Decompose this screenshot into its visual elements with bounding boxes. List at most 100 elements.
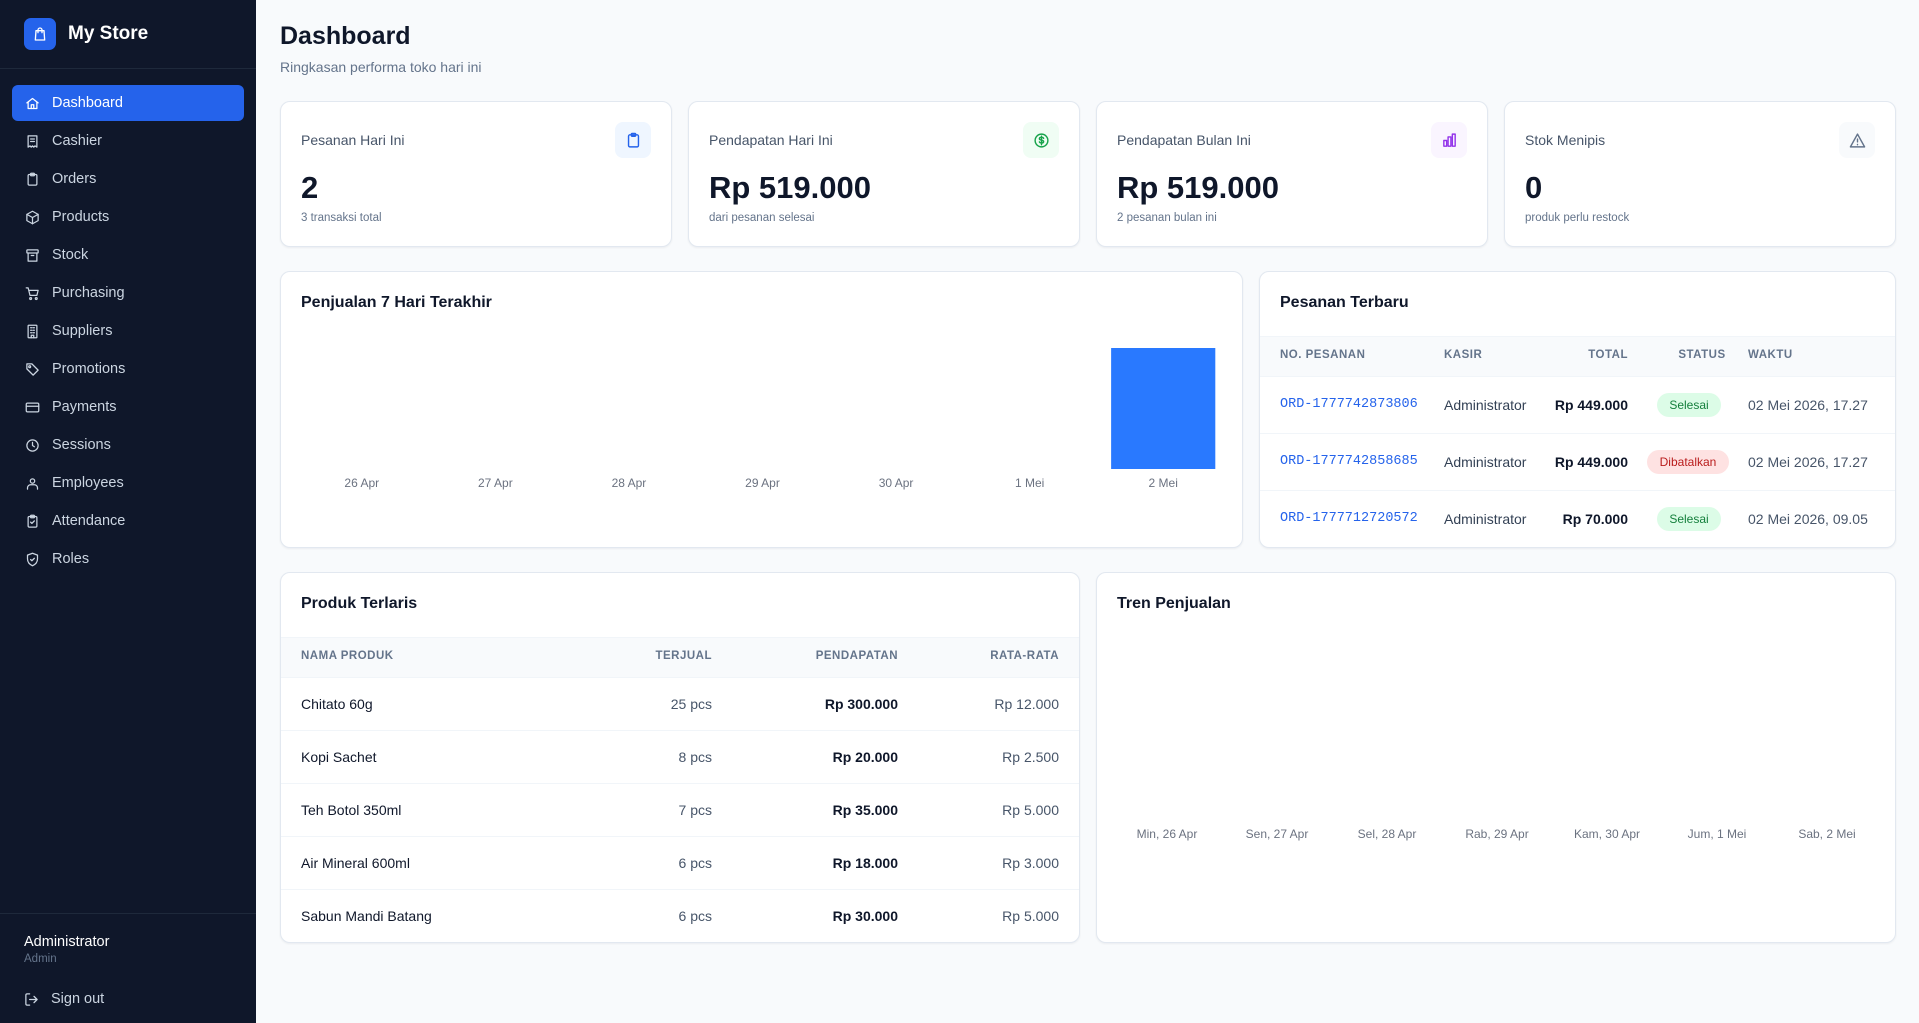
sidebar-item-cashier[interactable]: Cashier — [12, 123, 244, 159]
column-header-status: STATUS — [1678, 349, 1726, 361]
x-tick-label: Sen, 27 Apr — [1246, 827, 1309, 841]
stat-hint: 2 pesanan bulan ini — [1117, 212, 1217, 224]
table-row[interactable]: ORD-1777712720572 Administrator Rp 70.00… — [1260, 490, 1895, 547]
product-average: Rp 2.500 — [1002, 749, 1059, 765]
sign-out-button[interactable]: Sign out — [24, 991, 232, 1007]
product-average: Rp 5.000 — [1002, 908, 1059, 924]
sales-chart-card: Penjualan 7 Hari Terakhir 26 Apr 27 Apr 28… — [280, 271, 1243, 548]
product-sold: 6 pcs — [678, 908, 712, 924]
sidebar-item-label: Roles — [52, 551, 90, 567]
sign-out-icon — [25, 992, 38, 1006]
table-row[interactable]: ORD-1777742873806 Administrator Rp 449.0… — [1260, 376, 1895, 433]
trend-chart-card: Tren Penjualan Min, 26 Apr Sen, 27 Apr Sel… — [1096, 572, 1896, 943]
stat-label: Stok Menipis — [1525, 132, 1606, 148]
stat-hint: dari pesanan selesai — [709, 212, 815, 224]
sidebar-item-sessions[interactable]: Sessions — [12, 427, 244, 463]
table-row[interactable]: Chitato 60g 25 pcs Rp 300.000 Rp 12.000 — [281, 677, 1079, 730]
sidebar-item-label: Employees — [52, 475, 124, 491]
sidebar-item-employees[interactable]: Employees — [12, 465, 244, 501]
column-header-time: WAKTU — [1748, 349, 1793, 361]
x-tick-label: Sel, 28 Apr — [1358, 827, 1417, 841]
cashier-name: Administrator — [1444, 454, 1527, 470]
sidebar-item-payments[interactable]: Payments — [12, 389, 244, 425]
stat-value: Rp 519.000 — [709, 170, 871, 205]
page-title: Dashboard — [280, 22, 411, 50]
bar-6[interactable] — [1111, 348, 1216, 469]
product-average: Rp 5.000 — [1002, 802, 1059, 818]
receipt-icon — [24, 133, 40, 149]
table-row[interactable]: ORD-1777742858685 Administrator Rp 449.0… — [1260, 433, 1895, 490]
cashier-name: Administrator — [1444, 511, 1527, 527]
x-tick-label: 27 Apr — [478, 476, 513, 490]
column-header-cashier: KASIR — [1444, 349, 1483, 361]
credit-card-icon — [24, 399, 40, 415]
package-icon — [24, 209, 40, 225]
sidebar-item-label: Dashboard — [52, 95, 123, 111]
column-header-order-no: NO. PESANAN — [1280, 349, 1366, 361]
sidebar-item-label: Suppliers — [52, 323, 113, 339]
order-total: Rp 449.000 — [1554, 397, 1628, 413]
sidebar-item-label: Payments — [52, 399, 117, 415]
product-revenue: Rp 18.000 — [832, 855, 898, 871]
card-title: Pesanan Terbaru — [1280, 294, 1409, 311]
brand[interactable]: My Store — [0, 0, 256, 69]
cart-icon — [24, 285, 40, 301]
order-time: 02 Mei 2026, 09.05 — [1748, 511, 1868, 527]
tag-icon — [24, 361, 40, 377]
table-row[interactable]: Air Mineral 600ml 6 pcs Rp 18.000 Rp 3.0… — [281, 836, 1079, 889]
product-revenue: Rp 300.000 — [824, 696, 898, 712]
product-revenue: Rp 30.000 — [832, 908, 898, 924]
sidebar-item-stock[interactable]: Stock — [12, 237, 244, 273]
column-header-total: TOTAL — [1588, 349, 1628, 361]
stat-card-low-stock: Stok Menipis 0 produk perlu restock — [1504, 101, 1896, 247]
status-badge: Selesai — [1657, 507, 1721, 531]
stat-value: 2 — [301, 170, 319, 205]
table-row[interactable]: Kopi Sachet 8 pcs Rp 20.000 Rp 2.500 — [281, 730, 1079, 783]
sidebar-item-purchasing[interactable]: Purchasing — [12, 275, 244, 311]
sidebar-item-label: Cashier — [52, 133, 102, 149]
sidebar-item-label: Stock — [52, 247, 89, 263]
column-header-sold: TERJUAL — [655, 650, 712, 662]
sidebar-item-orders[interactable]: Orders — [12, 161, 244, 197]
sign-out-label: Sign out — [51, 991, 105, 1007]
x-tick-label: Min, 26 Apr — [1137, 827, 1198, 841]
sidebar-item-dashboard[interactable]: Dashboard — [12, 85, 244, 121]
x-tick-label: Kam, 30 Apr — [1574, 827, 1640, 841]
bar-chart-icon — [1431, 122, 1467, 158]
column-header-revenue: PENDAPATAN — [815, 650, 898, 662]
sidebar-item-attendance[interactable]: Attendance — [12, 503, 244, 539]
table-row[interactable]: Teh Botol 350ml 7 pcs Rp 35.000 Rp 5.000 — [281, 783, 1079, 836]
shield-icon — [24, 551, 40, 567]
stat-hint: 3 transaksi total — [301, 212, 382, 224]
x-tick-label: 29 Apr — [745, 476, 780, 490]
sidebar-item-roles[interactable]: Roles — [12, 541, 244, 577]
order-number-link[interactable]: ORD-1777742873806 — [1280, 397, 1418, 412]
status-badge: Selesai — [1657, 393, 1721, 417]
clipboard-icon — [24, 171, 40, 187]
product-sold: 8 pcs — [678, 749, 712, 765]
page-subtitle: Ringkasan performa toko hari ini — [280, 59, 482, 75]
x-tick-label: 1 Mei — [1015, 476, 1044, 490]
order-number-link[interactable]: ORD-1777742858685 — [1280, 454, 1418, 469]
sidebar-item-suppliers[interactable]: Suppliers — [12, 313, 244, 349]
product-revenue: Rp 20.000 — [832, 749, 898, 765]
users-icon — [24, 475, 40, 491]
brand-name: My Store — [68, 23, 149, 44]
stat-hint: produk perlu restock — [1525, 212, 1630, 224]
sales-bar-chart: 26 Apr 27 Apr 28 Apr 29 Apr 30 Apr 1 Mei 2 Mei — [344, 348, 1216, 490]
product-name: Kopi Sachet — [301, 749, 377, 765]
x-tick-label: 30 Apr — [879, 476, 914, 490]
sidebar-item-products[interactable]: Products — [12, 199, 244, 235]
building-icon — [24, 323, 40, 339]
sidebar: My Store Dashboard Cashier Orders Produc… — [0, 0, 256, 1023]
top-products-card: Produk Terlaris NAMA PRODUK TERJUAL PEND… — [280, 572, 1080, 943]
x-tick-label: 28 Apr — [612, 476, 647, 490]
user-panel: Administrator Admin Sign out — [0, 913, 256, 1023]
sidebar-item-label: Orders — [52, 171, 97, 187]
sidebar-item-promotions[interactable]: Promotions — [12, 351, 244, 387]
table-row[interactable]: Sabun Mandi Batang 6 pcs Rp 30.000 Rp 5.… — [281, 889, 1079, 942]
order-number-link[interactable]: ORD-1777712720572 — [1280, 511, 1418, 526]
stat-card-revenue-today: Pendapatan Hari Ini Rp 519.000 dari pesa… — [688, 101, 1080, 247]
x-tick-label: 2 Mei — [1149, 476, 1178, 490]
user-name: Administrator — [24, 934, 110, 950]
